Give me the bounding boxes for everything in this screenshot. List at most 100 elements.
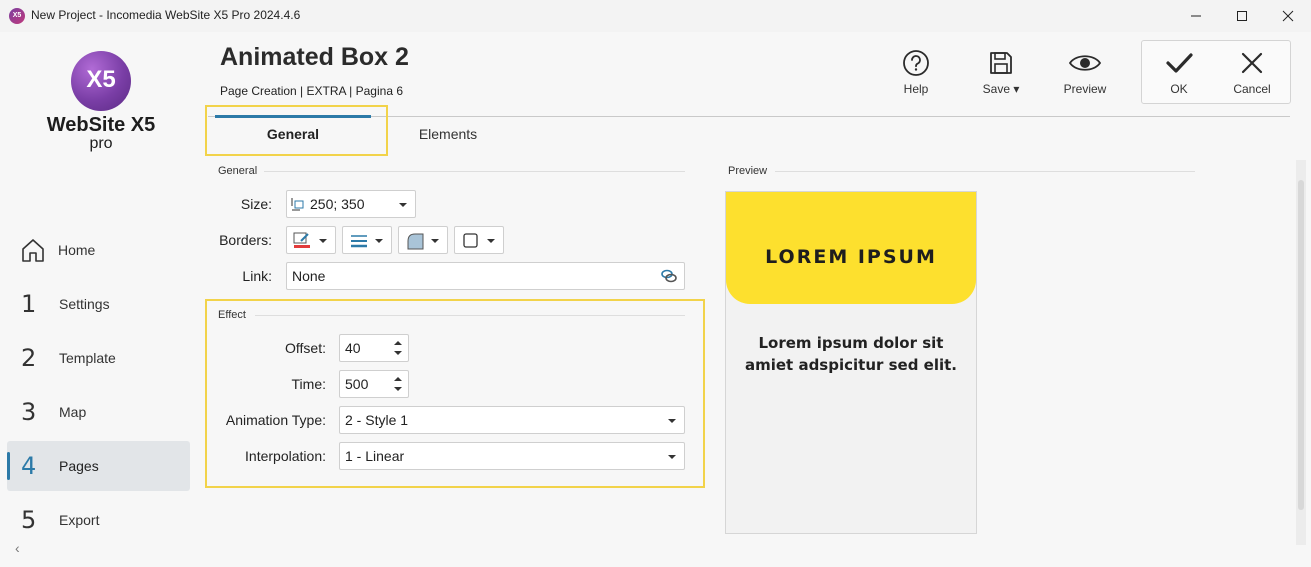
- animation-type-label: Animation Type:: [225, 412, 326, 428]
- sidebar-item-map[interactable]: 3 Map: [7, 387, 190, 437]
- preview-label: Preview: [1063, 82, 1107, 96]
- help-button[interactable]: Help: [881, 44, 951, 100]
- preview-section-title: Preview: [728, 165, 768, 177]
- sidebar-item-export[interactable]: 5 Export: [7, 495, 190, 545]
- animation-type-value: 2 - Style 1: [345, 412, 409, 428]
- interpolation-label: Interpolation:: [245, 448, 326, 464]
- time-label: Time:: [291, 376, 326, 392]
- sidebar-item-label: Home: [58, 242, 96, 258]
- effect-section-title: Effect: [218, 309, 246, 321]
- cancel-label: Cancel: [1233, 82, 1271, 96]
- home-icon: [20, 236, 52, 264]
- minimize-button[interactable]: [1173, 0, 1219, 32]
- app-icon: X5: [9, 8, 25, 24]
- section-divider: [775, 171, 1195, 172]
- border-color-button[interactable]: [286, 226, 336, 254]
- title-bar: X5 New Project - Incomedia WebSite X5 Pr…: [0, 0, 1311, 32]
- maximize-button[interactable]: [1219, 0, 1265, 32]
- sidebar-item-template[interactable]: 2 Template: [7, 333, 190, 383]
- size-value: 250; 350: [310, 196, 365, 212]
- section-divider: [255, 315, 685, 316]
- preview-header: LOREM IPSUM: [726, 192, 976, 304]
- chevron-down-icon: [668, 455, 676, 459]
- chevron-up-icon[interactable]: [394, 341, 402, 345]
- section-divider: [264, 171, 685, 172]
- logo-mark: X5: [86, 66, 116, 93]
- step-number: 4: [21, 452, 37, 480]
- sidebar-item-label: Export: [59, 512, 100, 528]
- time-stepper[interactable]: 500: [339, 370, 409, 398]
- cancel-button[interactable]: Cancel: [1217, 44, 1287, 100]
- chevron-down-icon: [375, 239, 383, 243]
- step-number: 2: [21, 344, 37, 372]
- window-title: New Project - Incomedia WebSite X5 Pro 2…: [31, 8, 301, 22]
- step-number: 1: [21, 290, 37, 318]
- sidebar: X5 WebSite X5 pro Home 1 Settings 2 Temp…: [0, 32, 198, 567]
- logo-icon: X5: [71, 51, 131, 111]
- save-icon: [990, 52, 1012, 74]
- interpolation-value: 1 - Linear: [345, 448, 405, 464]
- chevron-down-icon: [668, 419, 676, 423]
- highlight-box-tab: [205, 105, 388, 156]
- size-icon: [291, 198, 304, 211]
- page-title: Animated Box 2: [220, 43, 409, 71]
- chevron-down-icon: [399, 203, 407, 207]
- interpolation-select[interactable]: 1 - Linear: [339, 442, 685, 470]
- vertical-scrollbar[interactable]: [1296, 160, 1306, 545]
- border-shadow-button[interactable]: [454, 226, 504, 254]
- save-button[interactable]: Save ▾: [966, 44, 1036, 100]
- chevron-down-icon: [431, 239, 439, 243]
- border-radius-button[interactable]: [398, 226, 448, 254]
- ok-button[interactable]: OK: [1144, 44, 1214, 100]
- preview-button[interactable]: Preview: [1050, 44, 1120, 100]
- sidebar-item-home[interactable]: Home: [7, 225, 190, 275]
- sidebar-item-settings[interactable]: 1 Settings: [7, 279, 190, 329]
- close-window-button[interactable]: [1265, 0, 1311, 32]
- border-style-icon: [351, 235, 367, 248]
- size-label: Size:: [240, 196, 272, 212]
- border-style-button[interactable]: [342, 226, 392, 254]
- help-label: Help: [903, 82, 929, 96]
- tab-elements[interactable]: Elements: [370, 117, 526, 155]
- logo-edition: pro: [89, 135, 113, 152]
- breadcrumb: Page Creation | EXTRA | Pagina 6: [220, 84, 404, 98]
- scrollbar-thumb[interactable]: [1298, 180, 1304, 510]
- chevron-up-icon[interactable]: [394, 377, 402, 381]
- sidebar-item-label: Template: [59, 350, 116, 366]
- shadow-icon: [463, 233, 478, 248]
- preview-headline: LOREM IPSUM: [765, 246, 937, 268]
- check-icon: [1166, 53, 1193, 73]
- link-field[interactable]: None: [286, 262, 685, 290]
- step-number: 3: [21, 398, 37, 426]
- preview-panel: LOREM IPSUM Lorem ipsum dolor sit amiet …: [725, 191, 977, 534]
- step-number: 5: [21, 506, 37, 534]
- chevron-down-icon[interactable]: [394, 351, 402, 355]
- link-icon: [661, 269, 677, 283]
- size-dropdown[interactable]: 250; 350: [286, 190, 416, 218]
- time-value: 500: [345, 376, 369, 392]
- chevron-down-icon[interactable]: [394, 387, 402, 391]
- link-value: None: [292, 268, 326, 284]
- link-label: Link:: [242, 268, 272, 284]
- cancel-x-icon: [1241, 52, 1263, 74]
- help-icon: [903, 50, 929, 76]
- collapse-sidebar-button[interactable]: ‹: [15, 540, 20, 556]
- sidebar-item-label: Settings: [59, 296, 110, 312]
- sidebar-item-pages[interactable]: 4 Pages: [7, 441, 190, 491]
- offset-value: 40: [345, 340, 361, 356]
- offset-stepper[interactable]: 40: [339, 334, 409, 362]
- logo-name: WebSite X5: [46, 114, 156, 136]
- sidebar-item-label: Map: [59, 404, 87, 420]
- preview-body-text: Lorem ipsum dolor sit amiet adspicitur s…: [744, 334, 957, 374]
- ok-label: OK: [1170, 82, 1188, 96]
- corner-radius-icon: [407, 233, 424, 250]
- chevron-down-icon: [319, 239, 327, 243]
- offset-label: Offset:: [285, 340, 326, 356]
- border-color-icon: [293, 232, 310, 248]
- sidebar-item-label: Pages: [59, 458, 99, 474]
- borders-label: Borders:: [219, 232, 272, 248]
- eye-icon: [1068, 55, 1102, 71]
- save-label: Save ▾: [982, 82, 1020, 96]
- animation-type-select[interactable]: 2 - Style 1: [339, 406, 685, 434]
- general-section-title: General: [218, 165, 258, 177]
